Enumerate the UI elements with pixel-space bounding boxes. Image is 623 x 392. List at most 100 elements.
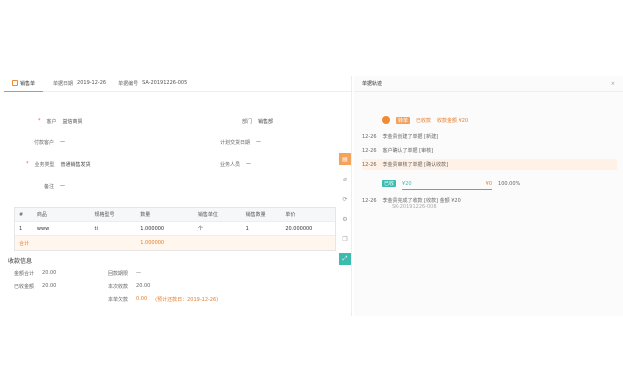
items-table: # 商品 规格型号 数量 销售单位 销售数量 单价 1 www ti 1.000… [14,207,336,251]
status-dot-icon [382,116,390,124]
handler-label: 业务人员 [220,162,241,168]
customer-value[interactable]: 益信商贸 [63,118,83,125]
sum-qty: 1.000000 [140,240,165,246]
due-label: 本单欠款 [108,297,129,303]
cell-price[interactable]: 20.000000 [281,226,335,232]
biz-type-label: 业务类型 [34,162,55,168]
cell-product[interactable]: www [33,226,91,232]
cell-qty[interactable]: 1.000000 [136,226,194,232]
owner-info: 回款期限 — [108,270,141,277]
received-label: 已收金额 [14,284,35,290]
document-panel: 销售单 单据日期 2019-12-26 单据编号 SA-20191226-005… [4,76,352,316]
handler-value[interactable]: — [246,161,251,168]
note-label: 备注 [44,184,55,190]
progress-percent: 100.00% [498,180,521,187]
cell-index: 1 [19,225,23,232]
document-icon[interactable]: ▤ [339,153,351,165]
track-event: 12-26 李金贵创建了单据 [新建] [362,133,439,141]
dept-value[interactable]: 销售部 [258,118,273,125]
amount-value: 20.00 [42,270,57,276]
tab-label: 销售单 [20,80,36,87]
th-product: 商品 [36,212,47,218]
plan-date-value[interactable]: — [256,139,261,146]
event-time: 12-26 [362,197,377,204]
amount-label: 金额合计 [14,271,35,277]
track-header: 单据轨迹 × [354,76,623,92]
owner-label: 回款期限 [108,271,129,277]
tab-sales-order[interactable]: 销售单 [4,76,44,92]
received-value: 20.00 [42,283,57,289]
share-icon[interactable]: ⟳ [339,193,351,205]
due-note: (预计还款日：2019-12-26) [155,297,219,303]
progress-remaining: ¥0 [485,180,493,187]
dept-label: 部门 [242,119,253,125]
note-value[interactable]: — [60,183,65,190]
required-mark: * [26,161,29,167]
document-tabbar: 销售单 单据日期 2019-12-26 单据编号 SA-20191226-005 [4,76,352,92]
required-mark: * [38,118,41,124]
debt-info: 本次收款 20.00 [108,283,150,290]
dept-field[interactable]: 部门 销售部 [242,118,273,125]
debt-label: 本次收款 [108,284,129,290]
tool-strip: ▤ ⌀ ⟳ ⚙ ❐ ⤢ [338,153,352,265]
app-window: 销售单 单据日期 2019-12-26 单据编号 SA-20191226-005… [4,76,623,316]
expand-icon[interactable]: ⤢ [339,253,351,265]
event-time: 12-26 [362,133,377,140]
th-qty: 数量 [140,212,151,218]
th-index: # [19,211,24,218]
cell-spec[interactable]: ti [91,226,137,232]
customer-field[interactable]: * 客户 益信商贸 [38,118,83,125]
cell-unit[interactable]: 个 [194,225,242,232]
due-info: 本单欠款 0.00 (预计还款日：2019-12-26) [108,296,218,303]
payer-value[interactable]: — [60,139,65,146]
owner-value: — [136,270,142,276]
document-icon [12,80,18,86]
status-text: 已收款 [416,117,432,124]
plan-date-label: 计划交货日期 [220,140,251,146]
sum-label: 合计 [19,240,30,247]
event-time: 12-26 [362,161,377,168]
biz-type-field[interactable]: * 业务类型 普通销售发货 [26,161,91,168]
event-time: 12-26 [362,147,377,154]
document-meta: 单据日期 2019-12-26 单据编号 SA-20191226-005 [53,80,187,87]
table-summary-row: 合计 1.000000 [15,236,335,250]
no-value: SA-20191226-005 [142,80,188,86]
attach-icon[interactable]: ⌀ [339,173,351,185]
event-text: 李金贵创建了单据 [新建] [382,134,439,140]
progress-amount: ¥20 [402,180,412,187]
cell-sale-qty[interactable]: 1 [242,226,282,232]
th-spec: 规格型号 [94,212,115,218]
settings-icon[interactable]: ⚙ [339,213,351,225]
progress-bar [402,188,493,190]
payer-field[interactable]: 付款客户 — [34,139,65,146]
due-value: 0.00 [136,296,148,302]
biz-type-value[interactable]: 普通销售发货 [61,161,91,168]
no-label: 单据编号 [118,81,139,87]
th-sale-qty: 销售数量 [245,212,266,218]
track-event-highlight: 12-26 李金贵审核了单据 [确认收款] [362,159,617,170]
status-amount: 收款金额 ¥20 [437,117,469,124]
track-event-sub: SK-20191226-008 [392,204,437,210]
received-tag: 已收 [382,180,397,187]
copy-icon[interactable]: ❐ [339,233,351,245]
progress-row: 已收 ¥20 ¥0 100.00% [382,180,521,190]
status-tag: 转单 [396,116,411,124]
note-field[interactable]: 备注 — [44,183,65,190]
close-icon[interactable]: × [611,81,615,87]
event-text: 李金贵完成了收款 [收款] 金额 ¥20 [382,198,461,204]
handler-field[interactable]: 业务人员 — [220,161,251,168]
received-info: 已收金额 20.00 [14,283,56,290]
date-value: 2019-12-26 [77,80,107,86]
table-header: # 商品 规格型号 数量 销售单位 销售数量 单价 [15,208,335,222]
plan-date-field[interactable]: 计划交货日期 — [220,139,261,146]
payer-label: 付款客户 [34,140,55,146]
progress-track: ¥20 ¥0 [402,180,493,190]
track-top: 转单 已收款 收款金额 ¥20 [382,116,468,124]
date-label: 单据日期 [53,81,74,87]
table-row[interactable]: 1 www ti 1.000000 个 1 20.000000 [15,222,335,236]
track-title: 单据轨迹 [362,81,383,87]
th-price: 单价 [285,212,296,218]
settlement-title: 收款信息 [8,258,33,265]
event-text: 客户确认了单据 [审核] [382,148,434,154]
th-unit: 销售单位 [197,212,218,218]
